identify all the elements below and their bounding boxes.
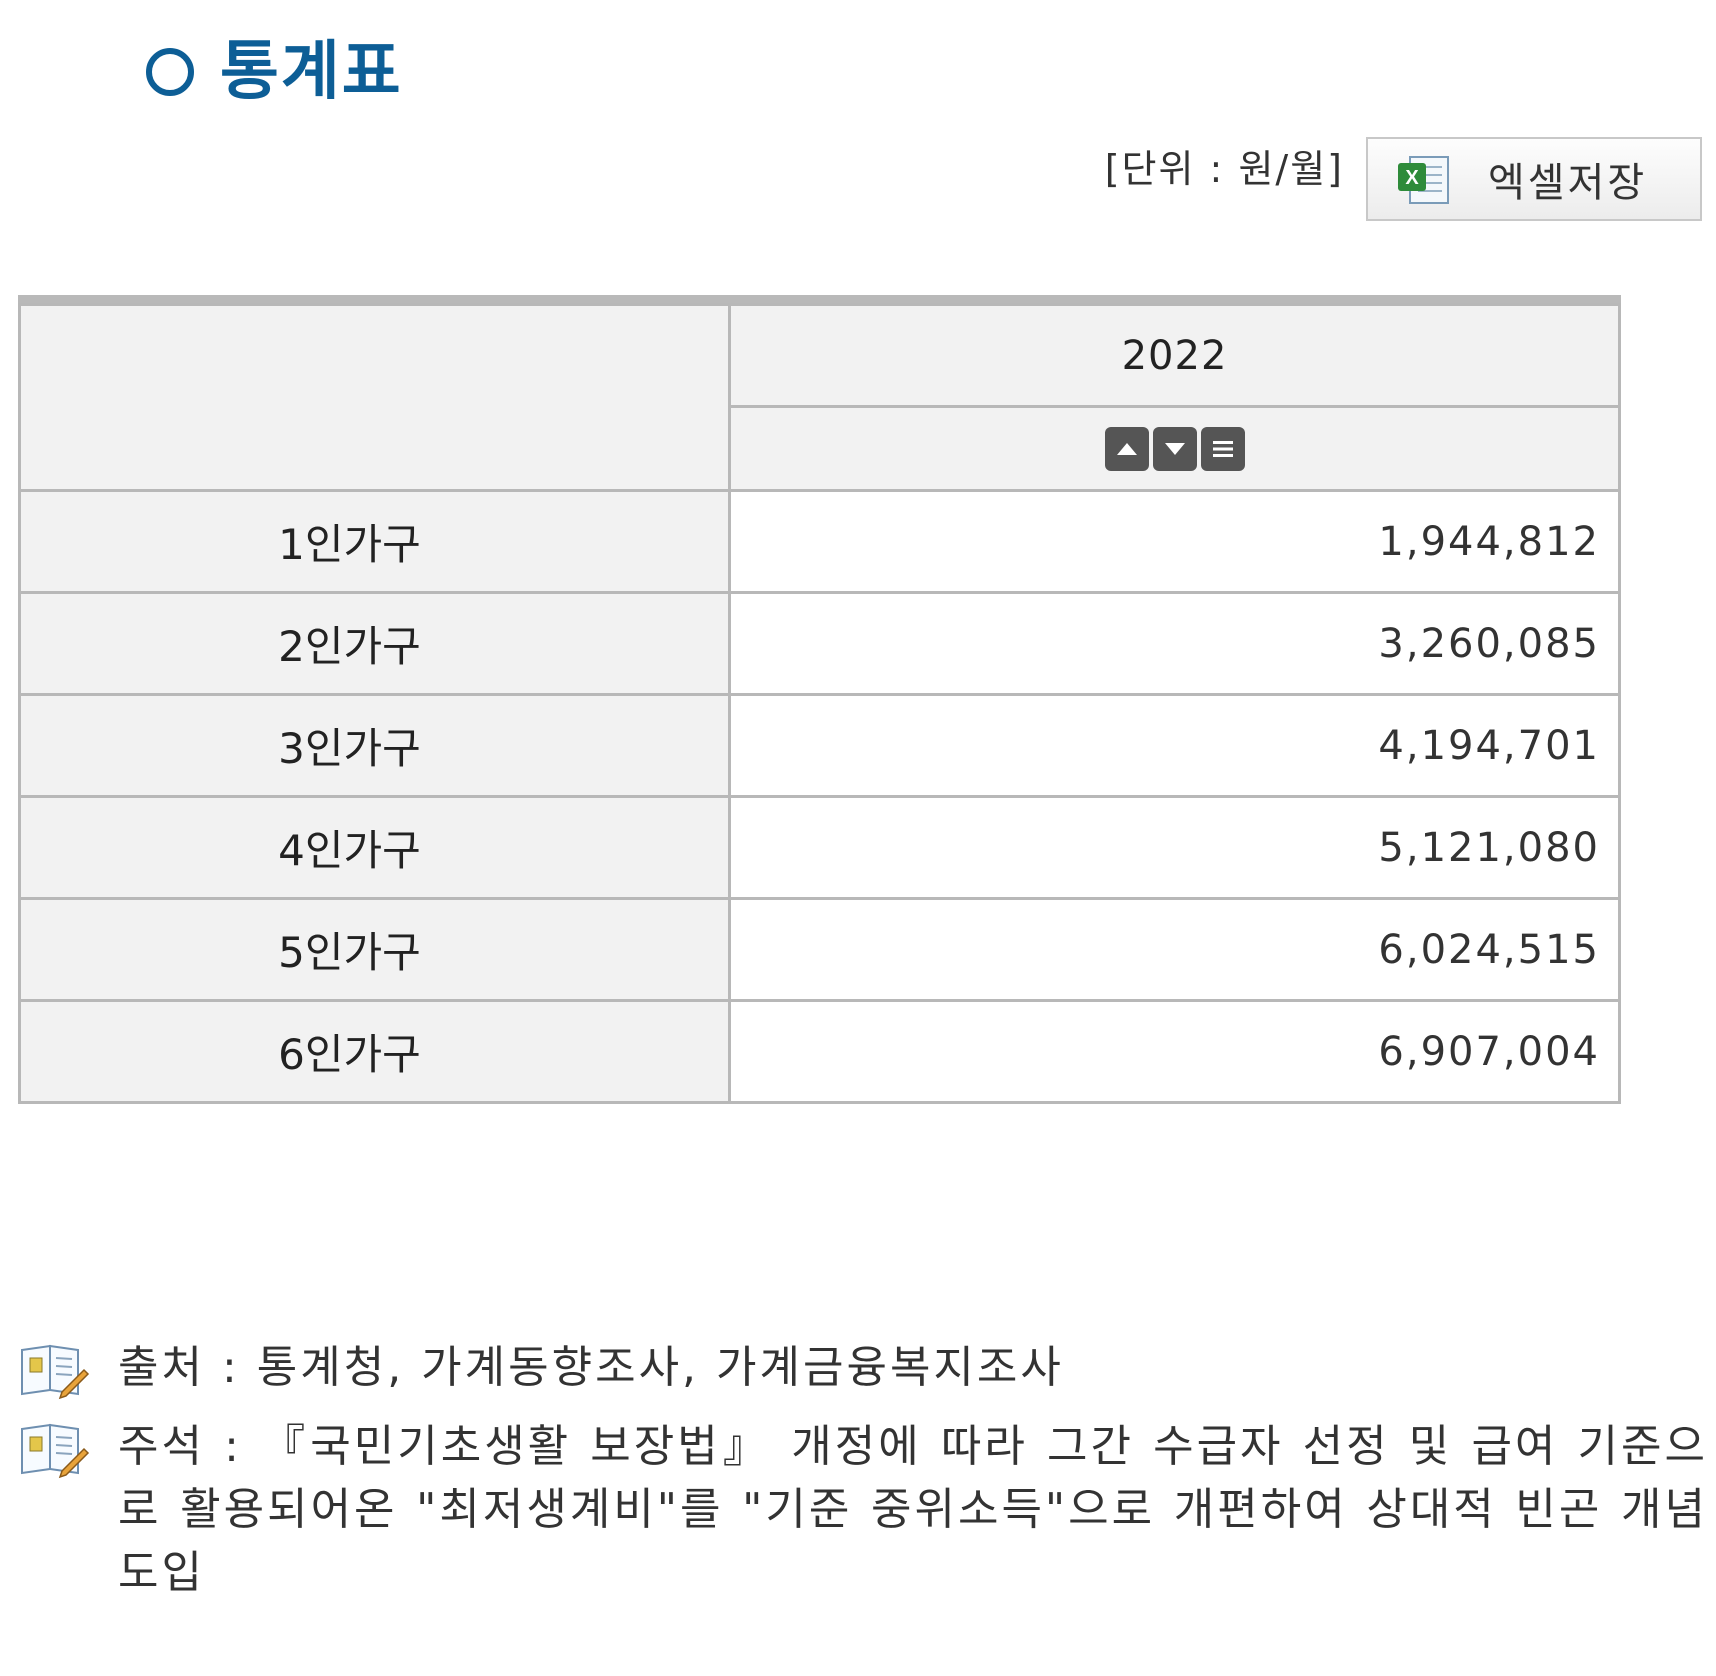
row-label: 5인가구 (278, 928, 421, 977)
footnote-note: 주석 : 『국민기초생활 보장법』 개정에 따라 그간 수급자 선정 및 급여 … (18, 1415, 1708, 1604)
table-row: 3인가구 4,194,701 (18, 693, 1621, 798)
sort-controls-cell (728, 405, 1621, 492)
row-label: 6인가구 (278, 1030, 421, 1079)
row-label-cell: 1인가구 (18, 489, 731, 594)
sort-ascending-icon[interactable] (1104, 426, 1149, 471)
source-note: 출처 : 통계청, 가계동향조사, 가계금융복지조사 (18, 1336, 1708, 1400)
excel-save-label: 엑셀저장 (1488, 160, 1648, 206)
unit-label: [단위 : 원/월] (1104, 147, 1344, 191)
row-label-cell: 2인가구 (18, 591, 731, 696)
row-label: 1인가구 (278, 520, 421, 569)
svg-text:X: X (1405, 167, 1419, 189)
row-label-cell: 6인가구 (18, 999, 731, 1104)
notes-section: 출처 : 통계청, 가계동향조사, 가계금융복지조사 주석 : 『국민기초생활 … (18, 1336, 1708, 1604)
stats-table: 2022 1인가구 1,944,812 2인가구 3,260,085 3인가구 … (18, 295, 1621, 1104)
book-pencil-icon (18, 1340, 90, 1400)
row-label-cell: 3인가구 (18, 693, 731, 798)
circle-icon (146, 48, 194, 96)
row-value: 6,907,004 (728, 999, 1621, 1104)
excel-save-button[interactable]: X 엑셀저장 (1366, 137, 1702, 221)
footnote-text: 주석 : 『국민기초생활 보장법』 개정에 따라 그간 수급자 선정 및 급여 … (118, 1421, 1708, 1598)
table-row: 6인가구 6,907,004 (18, 999, 1621, 1104)
source-text: 출처 : 통계청, 가계동향조사, 가계금융복지조사 (118, 1342, 1064, 1393)
year-header: 2022 (728, 303, 1621, 408)
row-value: 1,944,812 (728, 489, 1621, 594)
row-label-cell: 5인가구 (18, 897, 731, 1002)
table-row: 4인가구 5,121,080 (18, 795, 1621, 900)
page-title-text: 통계표 (220, 35, 403, 109)
table-row: 5인가구 6,024,515 (18, 897, 1621, 1002)
table-row: 1인가구 1,944,812 (18, 489, 1621, 594)
book-pencil-icon (18, 1419, 90, 1479)
excel-icon: X (1396, 151, 1452, 207)
row-label: 3인가구 (278, 724, 421, 773)
row-value: 4,194,701 (728, 693, 1621, 798)
table-row: 2인가구 3,260,085 (18, 591, 1621, 696)
sort-menu-icon[interactable] (1200, 426, 1245, 471)
page-title: 통계표 (146, 40, 403, 104)
row-value: 5,121,080 (728, 795, 1621, 900)
sort-descending-icon[interactable] (1152, 426, 1197, 471)
row-value: 3,260,085 (728, 591, 1621, 696)
row-label-cell: 4인가구 (18, 795, 731, 900)
row-label: 4인가구 (278, 826, 421, 875)
corner-header-cell (18, 303, 731, 492)
row-label: 2인가구 (278, 622, 421, 671)
row-value: 6,024,515 (728, 897, 1621, 1002)
